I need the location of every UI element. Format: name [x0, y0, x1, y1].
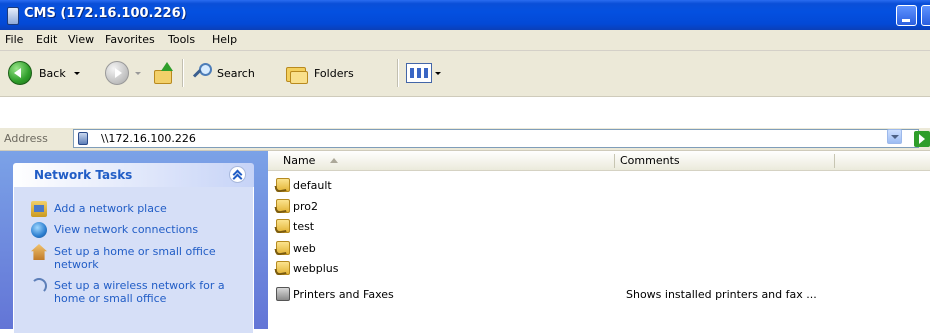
task-label: View network connections [54, 223, 199, 236]
back-label: Back [39, 66, 66, 80]
column-separator[interactable] [834, 154, 835, 168]
views-button[interactable] [406, 60, 441, 86]
up-button[interactable] [152, 60, 174, 86]
task-setup-wireless-network[interactable]: Set up a wireless network for a home or … [14, 278, 254, 306]
window-title: CMS (172.16.100.226) [24, 6, 187, 21]
column-comments[interactable]: Comments [620, 154, 680, 167]
back-dropdown-icon[interactable] [73, 71, 80, 75]
item-name: webplus [293, 262, 339, 275]
menu-favorites[interactable]: Favorites [105, 33, 155, 46]
network-tasks-header[interactable]: Network Tasks [13, 163, 254, 187]
item-name: pro2 [293, 200, 318, 213]
folder-up-icon [152, 62, 174, 84]
task-pane: Network Tasks Add a network place View n… [0, 151, 268, 334]
network-tasks-list: Add a network place View network connect… [13, 187, 254, 334]
search-label: Search [217, 66, 255, 80]
column-name[interactable]: Name [283, 154, 315, 167]
back-button[interactable]: Back [8, 60, 80, 86]
back-arrow-icon [8, 61, 32, 85]
folders-label: Folders [314, 66, 354, 80]
item-name: web [293, 242, 316, 255]
task-label: Set up a wireless network for a home or … [54, 279, 225, 305]
printer-icon [276, 287, 290, 301]
collapse-chevron-icon[interactable] [229, 166, 246, 183]
item-name: default [293, 179, 332, 192]
menu-edit[interactable]: Edit [36, 33, 57, 46]
file-list: Name Comments default pro2 test web webp… [268, 151, 930, 329]
column-header: Name Comments [268, 151, 930, 171]
sort-ascending-icon [330, 158, 338, 163]
address-dropdown-button[interactable] [887, 129, 902, 144]
toolbar-separator [182, 59, 184, 87]
item-comment: Shows installed printers and fax ... [626, 288, 817, 301]
task-label: Set up a home or small office network [54, 245, 216, 271]
views-dropdown-icon [435, 71, 441, 75]
network-computer-icon [7, 7, 19, 25]
home-network-icon [31, 244, 47, 260]
forward-button[interactable] [105, 60, 141, 86]
item-name: Printers and Faxes [293, 288, 394, 301]
title-bar[interactable]: CMS (172.16.100.226) [0, 0, 930, 30]
go-button[interactable] [914, 131, 930, 147]
network-tasks-title: Network Tasks [34, 168, 133, 182]
network-tasks-panel: Network Tasks Add a network place View n… [13, 163, 254, 334]
address-value: \\172.16.100.226 [101, 132, 196, 145]
task-label: Add a network place [54, 202, 167, 215]
menu-view[interactable]: View [68, 33, 94, 46]
shared-folder-icon [276, 178, 290, 192]
forward-arrow-icon [105, 61, 129, 85]
task-setup-home-network[interactable]: Set up a home or small office network [14, 244, 254, 272]
search-button[interactable]: Search [192, 60, 255, 86]
folders-button[interactable]: Folders [284, 60, 354, 86]
menu-bar: File Edit View Favorites Tools Help [0, 30, 930, 51]
address-bar: Address \\172.16.100.226 [0, 128, 930, 151]
network-connections-icon [31, 222, 47, 238]
network-computer-icon [78, 132, 88, 145]
shared-folder-icon [276, 219, 290, 233]
toolbar: Back Search Folders [0, 51, 930, 97]
toolbar-separator [397, 59, 399, 87]
menu-tools[interactable]: Tools [168, 33, 195, 46]
wireless-network-icon [31, 278, 47, 294]
task-add-network-place[interactable]: Add a network place [14, 201, 254, 219]
column-separator[interactable] [614, 154, 615, 168]
network-place-icon [31, 201, 47, 217]
minimize-button[interactable] [896, 5, 917, 26]
item-name: test [293, 220, 315, 233]
shared-folder-icon [276, 261, 290, 275]
shared-folder-icon [276, 241, 290, 255]
menu-help[interactable]: Help [212, 33, 237, 46]
menu-file[interactable]: File [5, 33, 23, 46]
maximize-button[interactable] [921, 5, 930, 26]
views-icon [406, 63, 432, 83]
forward-dropdown-icon[interactable] [135, 71, 141, 75]
address-label: Address [4, 132, 48, 145]
search-icon [192, 62, 215, 84]
address-input[interactable]: \\172.16.100.226 [73, 129, 919, 148]
shared-folder-icon [276, 199, 290, 213]
folders-icon [284, 63, 308, 84]
task-view-network-connections[interactable]: View network connections [14, 222, 254, 240]
